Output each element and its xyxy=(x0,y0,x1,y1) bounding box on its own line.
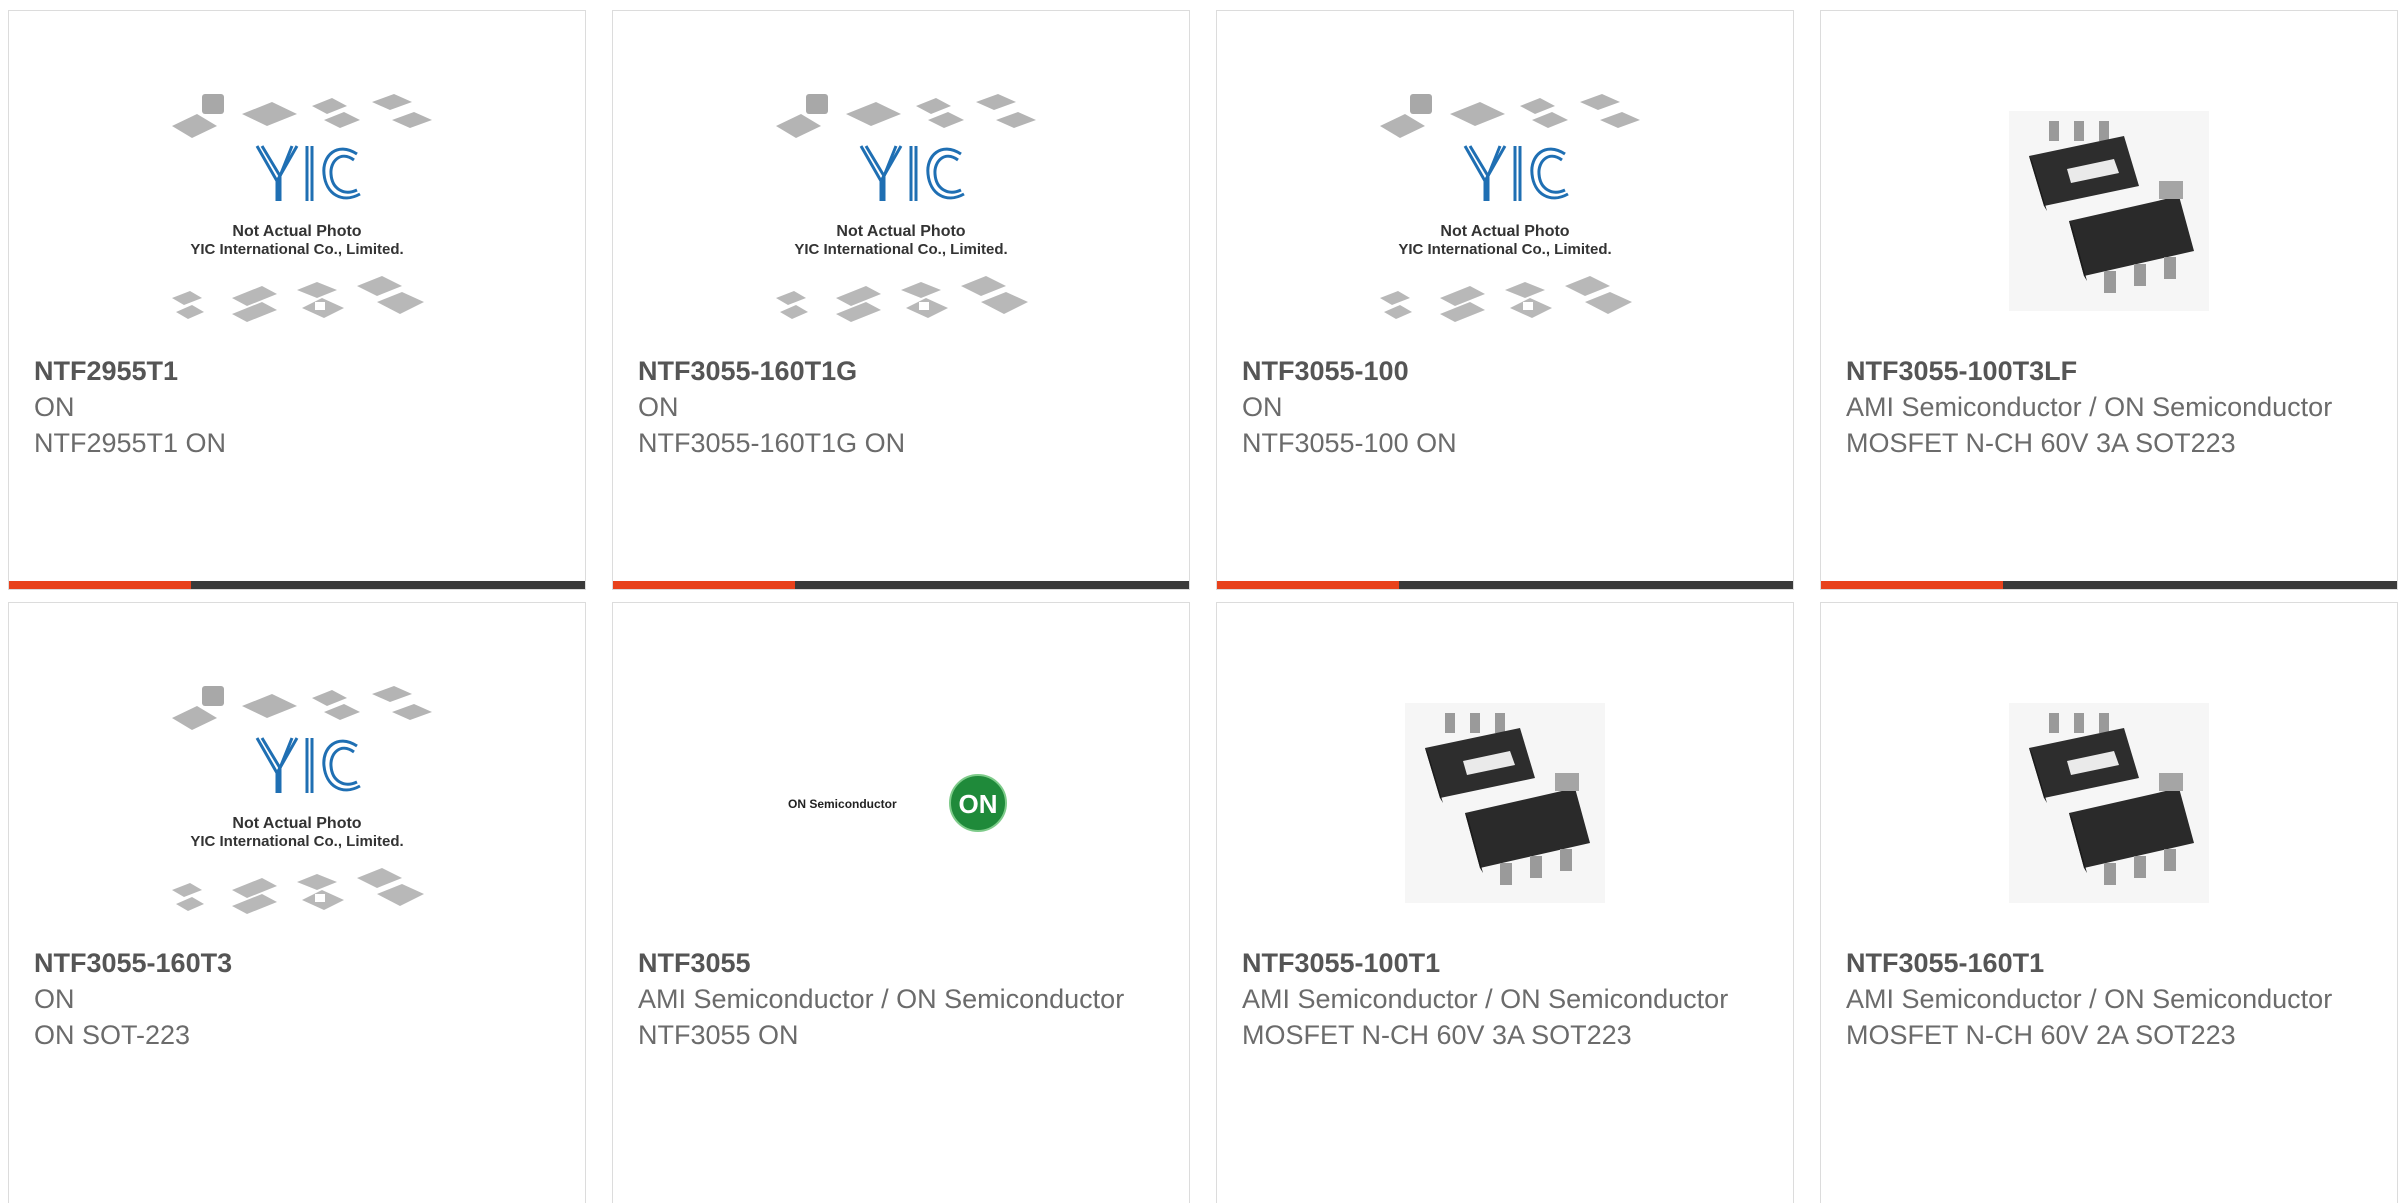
product-thumbnail[interactable]: Not Actual Photo YIC International Co., … xyxy=(9,71,585,351)
product-card[interactable]: NTF3055-100T1 AMI Semiconductor / ON Sem… xyxy=(1216,602,1794,1203)
product-thumbnail[interactable]: Not Actual Photo YIC International Co., … xyxy=(1217,71,1793,351)
manufacturer-text: ON xyxy=(1242,392,1283,422)
product-info: NTF3055-160T1 AMI Semiconductor / ON Sem… xyxy=(1846,945,2377,1053)
description-text: NTF2955T1 ON xyxy=(34,428,227,458)
product-thumbnail[interactable]: Not Actual Photo YIC International Co., … xyxy=(9,663,585,943)
card-accent-bar xyxy=(613,581,795,589)
on-badge-text: ON xyxy=(959,789,998,819)
yic-company-text: YIC International Co., Limited. xyxy=(190,833,403,850)
product-thumbnail[interactable] xyxy=(1217,663,1793,943)
description-text: NTF3055 ON xyxy=(638,1020,799,1050)
product-thumbnail[interactable]: Not Actual Photo YIC International Co., … xyxy=(613,71,1189,351)
part-number-link[interactable]: NTF3055-160T1 xyxy=(1846,945,2377,981)
product-info: NTF3055-100 ON NTF3055-100 ON xyxy=(1242,353,1773,461)
description-text: MOSFET N-CH 60V 3A SOT223 xyxy=(1242,1020,1632,1050)
yic-company-text: YIC International Co., Limited. xyxy=(794,241,1007,258)
card-footer-bar xyxy=(9,581,585,589)
product-card[interactable]: Not Actual Photo YIC International Co., … xyxy=(8,602,586,1203)
product-thumbnail[interactable]: ON Semiconductor ON xyxy=(613,663,1189,943)
product-card[interactable]: NTF3055-160T1 AMI Semiconductor / ON Sem… xyxy=(1820,602,2398,1203)
on-semi-brand-text: ON Semiconductor xyxy=(788,797,897,811)
product-info: NTF2955T1 ON NTF2955T1 ON xyxy=(34,353,565,461)
part-number-link[interactable]: NTF3055-100T3LF xyxy=(1846,353,2377,389)
product-info: NTF3055-100T1 AMI Semiconductor / ON Sem… xyxy=(1242,945,1773,1053)
card-footer-bar xyxy=(1217,581,1793,589)
not-actual-photo-image: Not Actual Photo YIC International Co., … xyxy=(172,686,432,914)
product-info: NTF3055-100T3LF AMI Semiconductor / ON S… xyxy=(1846,353,2377,461)
part-number-link[interactable]: NTF3055-100 xyxy=(1242,353,1773,389)
product-info: NTF3055-160T1G ON NTF3055-160T1G ON xyxy=(638,353,1169,461)
product-card[interactable]: Not Actual Photo YIC International Co., … xyxy=(8,10,586,590)
manufacturer-text: ON xyxy=(34,392,75,422)
card-accent-bar xyxy=(9,581,191,589)
on-semiconductor-logo: ON Semiconductor ON xyxy=(788,774,1007,832)
manufacturer-text: ON xyxy=(34,984,75,1014)
card-footer-bar xyxy=(613,581,1189,589)
product-card[interactable]: ON Semiconductor ON NTF3055 AMI Semicond… xyxy=(612,602,1190,1203)
description-text: MOSFET N-CH 60V 2A SOT223 xyxy=(1846,1020,2236,1050)
product-info: NTF3055 AMI Semiconductor / ON Semicondu… xyxy=(638,945,1169,1053)
sot223-chip-image xyxy=(2009,703,2209,903)
manufacturer-text: AMI Semiconductor / ON Semiconductor xyxy=(1242,984,1729,1014)
yic-company-text: YIC International Co., Limited. xyxy=(1398,241,1611,258)
card-footer-bar xyxy=(1821,581,2397,589)
part-number-link[interactable]: NTF3055-160T1G xyxy=(638,353,1169,389)
not-actual-photo-text: Not Actual Photo xyxy=(1440,223,1569,240)
yic-company-text: YIC International Co., Limited. xyxy=(190,241,403,258)
product-grid: Not Actual Photo YIC International Co., … xyxy=(8,10,2400,1203)
manufacturer-text: AMI Semiconductor / ON Semiconductor xyxy=(1846,984,2333,1014)
card-accent-bar xyxy=(1821,581,2003,589)
product-card[interactable]: NTF3055-100T3LF AMI Semiconductor / ON S… xyxy=(1820,10,2398,590)
product-card[interactable]: Not Actual Photo YIC International Co., … xyxy=(1216,10,1794,590)
product-card[interactable]: Not Actual Photo YIC International Co., … xyxy=(612,10,1190,590)
not-actual-photo-text: Not Actual Photo xyxy=(232,815,361,832)
part-number-link[interactable]: NTF3055-100T1 xyxy=(1242,945,1773,981)
not-actual-photo-text: Not Actual Photo xyxy=(232,223,361,240)
manufacturer-text: AMI Semiconductor / ON Semiconductor xyxy=(638,984,1125,1014)
product-thumbnail[interactable] xyxy=(1821,71,2397,351)
part-number-link[interactable]: NTF3055 xyxy=(638,945,1169,981)
product-info: NTF3055-160T3 ON ON SOT-223 xyxy=(34,945,565,1053)
description-text: NTF3055-100 ON xyxy=(1242,428,1457,458)
part-number-link[interactable]: NTF3055-160T3 xyxy=(34,945,565,981)
not-actual-photo-image: Not Actual Photo YIC International Co., … xyxy=(1380,94,1640,322)
not-actual-photo-text: Not Actual Photo xyxy=(836,223,965,240)
description-text: ON SOT-223 xyxy=(34,1020,191,1050)
manufacturer-text: AMI Semiconductor / ON Semiconductor xyxy=(1846,392,2333,422)
description-text: NTF3055-160T1G ON xyxy=(638,428,906,458)
sot223-chip-image xyxy=(2009,111,2209,311)
not-actual-photo-image: Not Actual Photo YIC International Co., … xyxy=(172,94,432,322)
product-thumbnail[interactable] xyxy=(1821,663,2397,943)
description-text: MOSFET N-CH 60V 3A SOT223 xyxy=(1846,428,2236,458)
manufacturer-text: ON xyxy=(638,392,679,422)
part-number-link[interactable]: NTF2955T1 xyxy=(34,353,565,389)
not-actual-photo-image: Not Actual Photo YIC International Co., … xyxy=(776,94,1036,322)
sot223-chip-image xyxy=(1405,703,1605,903)
card-accent-bar xyxy=(1217,581,1399,589)
